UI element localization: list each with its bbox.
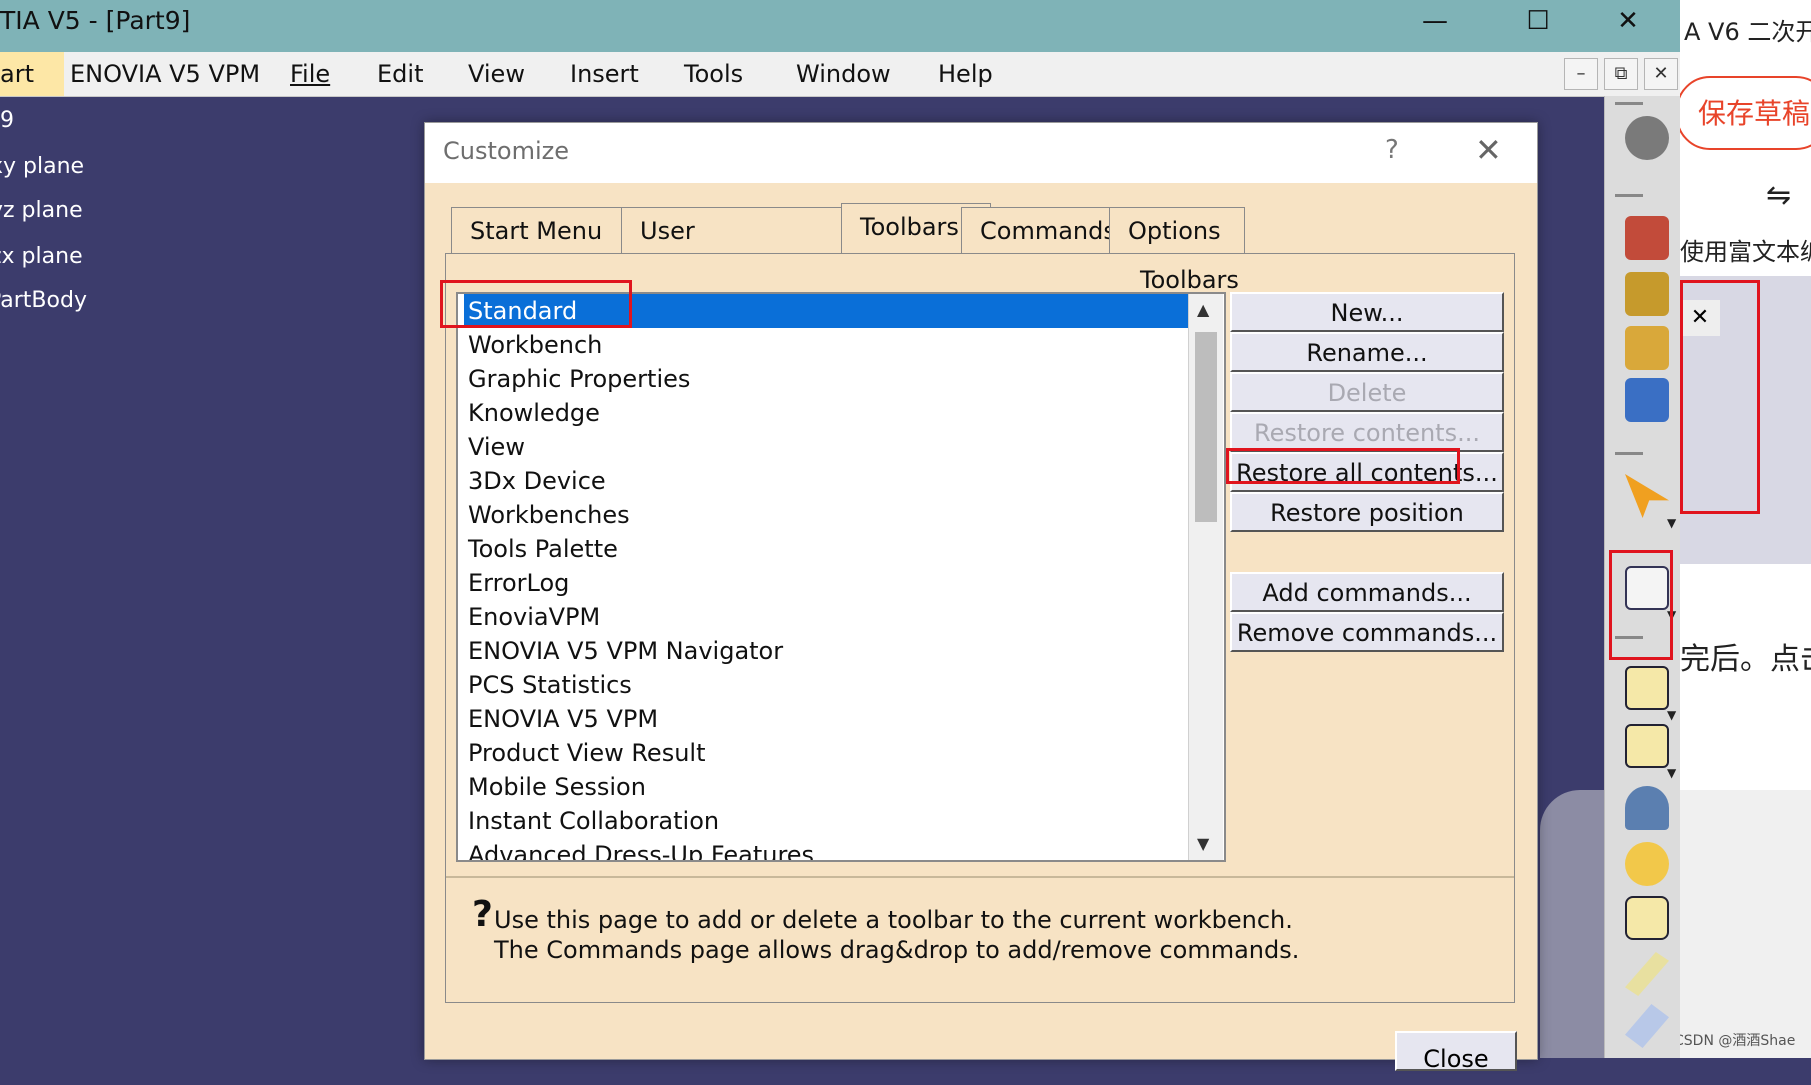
save-draft-label: 保存草稿 bbox=[1698, 97, 1811, 130]
watermark: CSDN @酒酒Shae bbox=[1680, 1033, 1796, 1049]
highlight-standard bbox=[440, 280, 632, 328]
highlight-sketch bbox=[1609, 550, 1673, 660]
divider bbox=[446, 876, 1514, 878]
highlight-restore-all bbox=[1226, 448, 1460, 484]
help-text-line2: The Commands page allows drag&drop to ad… bbox=[494, 936, 1300, 964]
minimize-button[interactable]: — bbox=[1405, 0, 1465, 46]
list-item[interactable]: Graphic Properties bbox=[464, 362, 1188, 396]
menu-bar: art ENOVIA V5 VPM File Edit View Insert … bbox=[0, 52, 1680, 97]
title-bar: TIA V5 - [Part9] — ☐ ✕ bbox=[0, 0, 1680, 52]
list-item[interactable]: Workbenches bbox=[464, 498, 1188, 532]
toolbar-separator bbox=[1615, 194, 1643, 197]
mdi-restore-button[interactable]: ⧉ bbox=[1604, 58, 1638, 90]
dialog-title: Customize bbox=[443, 137, 569, 165]
list-item[interactable]: Workbench bbox=[464, 328, 1188, 362]
shaft-icon[interactable] bbox=[1625, 786, 1669, 830]
list-item[interactable]: Product View Result bbox=[464, 736, 1188, 770]
tab-user-workbenches[interactable]: User Workbenches bbox=[621, 207, 867, 291]
click-label: 完后。点击 bbox=[1680, 642, 1811, 677]
pocket-icon[interactable] bbox=[1625, 724, 1669, 768]
highlight-box bbox=[1680, 280, 1760, 514]
menu-start[interactable]: art bbox=[0, 52, 64, 96]
delete-toolbar-button[interactable]: Delete bbox=[1230, 372, 1504, 412]
tree-red-icon[interactable] bbox=[1625, 216, 1669, 260]
scroll-down-icon[interactable]: ▼ bbox=[1197, 834, 1209, 853]
menu-file[interactable]: File bbox=[290, 52, 330, 96]
list-item[interactable]: ENOVIA V5 VPM bbox=[464, 702, 1188, 736]
list-item[interactable]: View bbox=[464, 430, 1188, 464]
menu-window[interactable]: Window bbox=[796, 52, 891, 96]
tab-commands[interactable]: Commands bbox=[961, 207, 1133, 254]
tree-folder-icon[interactable] bbox=[1625, 326, 1669, 370]
tree-node-zx-plane[interactable]: zx plane bbox=[0, 244, 83, 269]
tree-node-xy-plane[interactable]: xy plane bbox=[0, 154, 84, 179]
tree-link-icon[interactable] bbox=[1625, 272, 1669, 316]
dropdown-arrow-icon[interactable]: ▼ bbox=[1667, 708, 1676, 722]
customize-dialog: Customize ? ✕ Start Menu User Workbenche… bbox=[424, 122, 1538, 1073]
list-item[interactable]: Tools Palette bbox=[464, 532, 1188, 566]
list-item[interactable]: EnoviaVPM bbox=[464, 600, 1188, 634]
add-commands-button[interactable]: Add commands... bbox=[1230, 572, 1504, 612]
menu-view[interactable]: View bbox=[468, 52, 525, 96]
maximize-button[interactable]: ☐ bbox=[1508, 0, 1568, 46]
list-item[interactable]: ErrorLog bbox=[464, 566, 1188, 600]
tree-node-part[interactable]: 9 bbox=[0, 108, 14, 133]
groove-icon[interactable] bbox=[1625, 896, 1669, 940]
select-arrow-icon[interactable] bbox=[1625, 474, 1669, 518]
list-scrollbar[interactable]: ▲ ▼ bbox=[1188, 294, 1223, 860]
remove-commands-button[interactable]: Remove commands... bbox=[1230, 612, 1504, 652]
scroll-up-icon[interactable]: ▲ bbox=[1197, 300, 1209, 319]
menu-insert[interactable]: Insert bbox=[570, 52, 639, 96]
scrollbar-thumb[interactable] bbox=[1195, 332, 1217, 522]
restore-contents-button[interactable]: Restore contents... bbox=[1230, 412, 1504, 452]
swap-icon[interactable]: ⇋ bbox=[1766, 178, 1791, 213]
toolbars-panel: Toolbars Standard Workbench Graphic Prop… bbox=[440, 253, 1515, 1003]
toolbar-separator bbox=[1615, 102, 1643, 105]
list-item[interactable]: Advanced Dress-Up Features bbox=[464, 838, 1188, 860]
tree-node-partbody[interactable]: PartBody bbox=[0, 288, 87, 313]
dropdown-arrow-icon[interactable]: ▼ bbox=[1667, 766, 1676, 780]
dropdown-arrow-icon[interactable]: ▼ bbox=[1667, 516, 1676, 530]
menu-edit[interactable]: Edit bbox=[377, 52, 423, 96]
toolbars-list-label: Toolbars bbox=[1140, 266, 1239, 294]
close-dialog-button[interactable]: Close bbox=[1395, 1031, 1517, 1073]
save-draft-button[interactable]: 保存草稿 bbox=[1680, 76, 1811, 150]
help-button[interactable]: ? bbox=[1385, 135, 1399, 165]
dialog-header: Customize ? ✕ bbox=[425, 123, 1537, 183]
tab-start-menu[interactable]: Start Menu bbox=[451, 207, 623, 254]
pad-icon[interactable] bbox=[1625, 666, 1669, 710]
mdi-close-button[interactable]: ✕ bbox=[1644, 58, 1678, 90]
embedded-ide-screenshot bbox=[1680, 790, 1811, 1058]
list-item[interactable]: Mobile Session bbox=[464, 770, 1188, 804]
toolbar-separator bbox=[1615, 452, 1643, 455]
rename-toolbar-button[interactable]: Rename... bbox=[1230, 332, 1504, 372]
side-browser-panel: A V6 二次开 保存草稿 ⇋ 使用富文本编 ✕ 完后。点击 CSDN @酒酒S… bbox=[1680, 0, 1811, 1058]
tree-node-yz-plane[interactable]: yz plane bbox=[0, 198, 83, 223]
hole-icon[interactable] bbox=[1625, 842, 1669, 886]
help-question-icon: ? bbox=[472, 894, 493, 935]
list-item[interactable]: PCS Statistics bbox=[464, 668, 1188, 702]
tab-options[interactable]: Options bbox=[1109, 207, 1245, 254]
side-header: A V6 二次开 bbox=[1684, 18, 1811, 46]
gear-icon[interactable] bbox=[1625, 116, 1669, 160]
toolbar-list[interactable]: Standard Workbench Graphic Properties Kn… bbox=[456, 292, 1226, 862]
tree-filter-icon[interactable] bbox=[1625, 378, 1669, 422]
slot-icon[interactable] bbox=[1625, 1004, 1669, 1048]
rib-icon[interactable] bbox=[1625, 952, 1669, 996]
menu-tools[interactable]: Tools bbox=[684, 52, 743, 96]
dialog-close-button[interactable]: ✕ bbox=[1475, 131, 1502, 169]
help-text-line1: Use this page to add or delete a toolbar… bbox=[494, 906, 1293, 934]
rich-text-label: 使用富文本编 bbox=[1680, 238, 1811, 266]
mdi-minimize-button[interactable]: – bbox=[1564, 58, 1598, 90]
window-title: TIA V5 - [Part9] bbox=[0, 6, 191, 35]
list-item[interactable]: 3Dx Device bbox=[464, 464, 1188, 498]
list-item[interactable]: Knowledge bbox=[464, 396, 1188, 430]
new-toolbar-button[interactable]: New... bbox=[1230, 292, 1504, 332]
close-window-button[interactable]: ✕ bbox=[1598, 0, 1658, 46]
menu-help[interactable]: Help bbox=[938, 52, 993, 96]
list-item[interactable]: ENOVIA V5 VPM Navigator bbox=[464, 634, 1188, 668]
list-item[interactable]: Instant Collaboration bbox=[464, 804, 1188, 838]
restore-position-button[interactable]: Restore position bbox=[1230, 492, 1504, 532]
menu-enovia[interactable]: ENOVIA V5 VPM bbox=[70, 52, 260, 96]
